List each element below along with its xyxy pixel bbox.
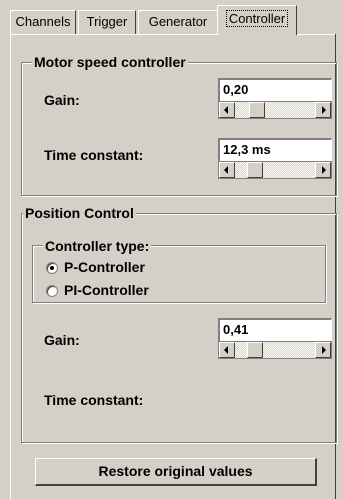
motor-time-scrollbar[interactable]	[218, 161, 332, 179]
scroll-left-button[interactable]	[219, 102, 235, 118]
tab-trigger-label: Trigger	[86, 14, 128, 29]
tab-controller[interactable]: Controller	[217, 5, 297, 35]
position-gain-scrollbar[interactable]	[218, 341, 332, 359]
p-controller-label[interactable]: P-Controller	[64, 259, 145, 275]
arrow-left-icon	[224, 346, 228, 354]
tab-channels[interactable]: Channels	[10, 10, 76, 34]
motor-gain-input[interactable]: 0,20	[218, 78, 332, 102]
arrow-right-icon	[322, 106, 326, 114]
controller-type-title: Controller type:	[43, 238, 152, 254]
motor-gain-label: Gain:	[44, 92, 80, 108]
motor-time-label: Time constant:	[44, 147, 144, 163]
tab-controller-label: Controller	[225, 10, 289, 27]
tab-generator-label: Generator	[148, 14, 208, 29]
p-controller-radio[interactable]	[46, 262, 58, 274]
motor-gain-scrollbar[interactable]	[218, 101, 332, 119]
motor-speed-title: Motor speed controller	[32, 54, 188, 70]
scroll-right-button[interactable]	[315, 102, 331, 118]
restore-original-values-button[interactable]: Restore original values	[35, 458, 317, 486]
arrow-left-icon	[224, 106, 228, 114]
tab-trigger[interactable]: Trigger	[78, 10, 136, 34]
arrow-left-icon	[224, 166, 228, 174]
motor-time-input[interactable]: 12,3 ms	[218, 138, 332, 162]
scroll-right-button[interactable]	[315, 342, 331, 358]
pi-controller-label[interactable]: PI-Controller	[64, 282, 149, 298]
scroll-right-button[interactable]	[315, 162, 331, 178]
radio-selected-dot	[50, 266, 54, 270]
position-time-label: Time constant:	[44, 392, 144, 408]
scroll-thumb[interactable]	[249, 102, 265, 118]
arrow-right-icon	[322, 166, 326, 174]
tab-generator[interactable]: Generator	[138, 10, 218, 34]
scroll-thumb[interactable]	[247, 342, 263, 358]
position-gain-input[interactable]: 0,41	[218, 318, 332, 342]
tab-channels-label: Channels	[15, 14, 71, 29]
scroll-left-button[interactable]	[219, 342, 235, 358]
position-control-title: Position Control	[23, 205, 136, 221]
pi-controller-radio[interactable]	[46, 285, 58, 297]
scroll-left-button[interactable]	[219, 162, 235, 178]
scroll-thumb[interactable]	[247, 162, 263, 178]
position-gain-label: Gain:	[44, 332, 80, 348]
arrow-right-icon	[322, 346, 326, 354]
